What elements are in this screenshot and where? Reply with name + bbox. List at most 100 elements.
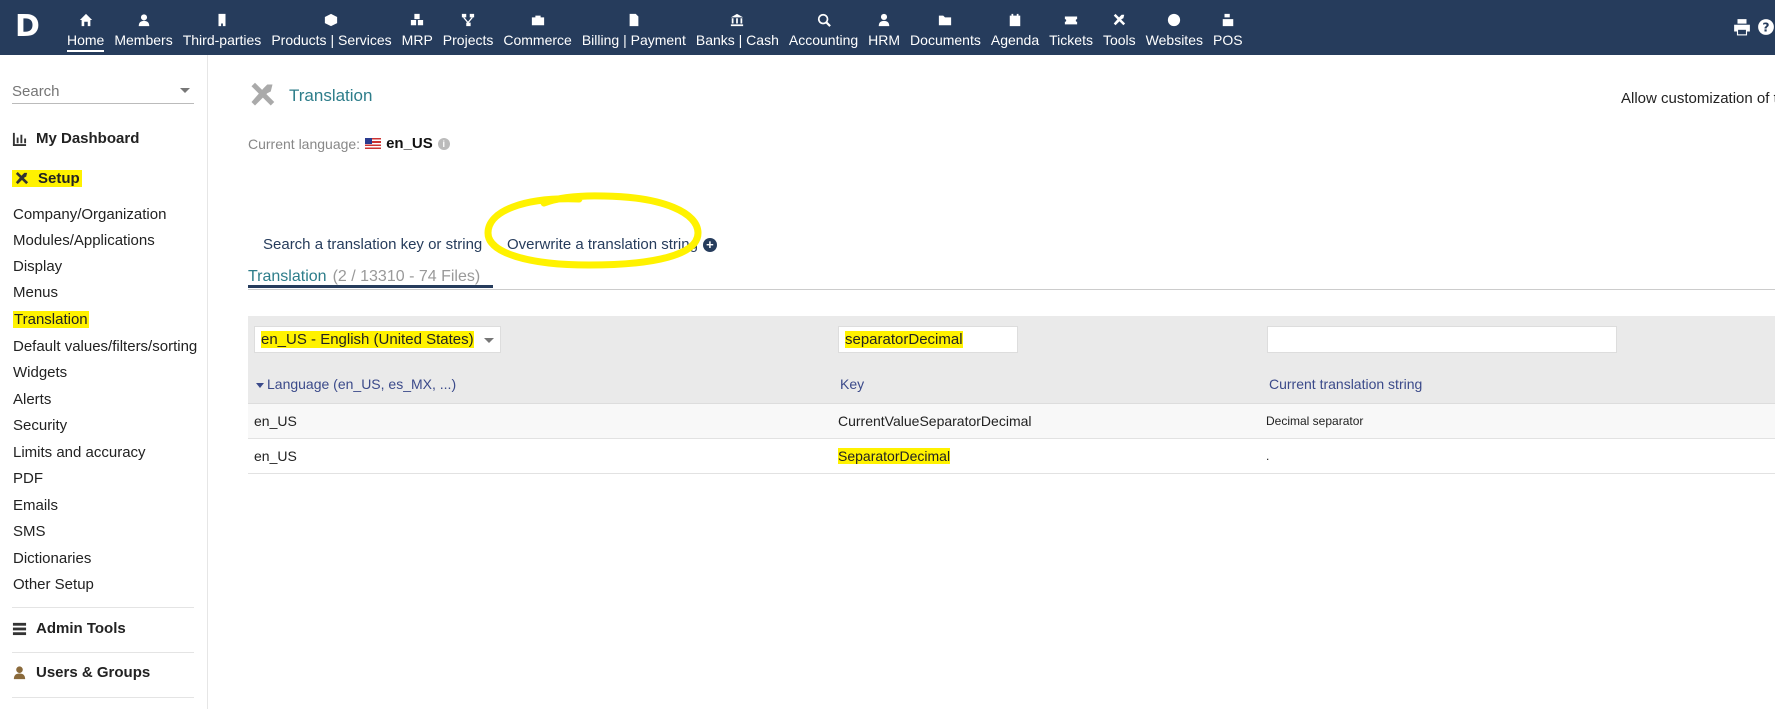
top-navigation-bar: D Home Members Third-parties Products | … [0,0,1775,55]
sidebar-users-groups[interactable]: Users & Groups [12,664,150,681]
menu-item-hrm[interactable]: HRM [863,0,905,55]
cubes-icon [410,13,424,27]
menu-item-label: Tools [1102,32,1136,48]
tools-icon [1112,13,1126,27]
tools-icon [15,171,29,185]
menu-item-tickets[interactable]: Tickets [1044,0,1098,55]
cell-translation: Decimal separator [1266,414,1364,428]
menu-item-members[interactable]: Members [109,0,177,55]
sidebar-item-modules[interactable]: Modules/Applications [13,232,155,249]
language-filter-select[interactable]: en_US - English (United States) [254,326,501,353]
member-icon [137,13,151,27]
globe-icon [1167,13,1181,27]
svg-text:?: ? [1762,21,1769,35]
menu-item-billing-payment[interactable]: Billing | Payment [577,0,691,55]
menu-item-label: Home [67,32,105,52]
sidebar-item-sms[interactable]: SMS [13,523,46,540]
menu-item-label: Tickets [1049,32,1093,48]
sidebar-item-emails[interactable]: Emails [13,497,58,514]
sidebar-item-widgets[interactable]: Widgets [13,364,67,381]
page-title: Translation [289,86,373,105]
sidebar-item-company[interactable]: Company/Organization [13,206,166,223]
sidebar-search[interactable] [12,79,194,104]
key-filter-input[interactable]: separatorDecimal [838,326,1018,353]
top-right-tools: ? [1733,18,1775,41]
column-header-translation[interactable]: Current translation string [1269,376,1422,392]
sidebar-item-dictionaries[interactable]: Dictionaries [13,550,91,567]
sidebar-section-label: My Dashboard [36,130,140,147]
sidebar-my-dashboard[interactable]: My Dashboard [12,130,139,147]
column-header-language[interactable]: Language (en_US, es_MX, ...) [256,376,456,392]
project-icon [461,13,475,27]
table-header: Language (en_US, es_MX, ...) Key Current… [248,363,1775,404]
filter-row: en_US - English (United States) separato… [248,316,1775,363]
sidebar-item-menus[interactable]: Menus [13,284,58,301]
menu-item-label: Billing | Payment [581,32,686,48]
menu-item-agenda[interactable]: Agenda [986,0,1044,55]
sidebar-item-other-setup[interactable]: Other Setup [13,576,94,593]
sidebar-item-security[interactable]: Security [13,417,67,434]
table-row[interactable]: en_US CurrentValueSeparatorDecimal Decim… [248,404,1775,439]
menu-item-products-services[interactable]: Products | Services [266,0,396,55]
menu-item-label: Third-parties [182,32,262,48]
sidebar-item-default-values[interactable]: Default values/filters/sorting [13,338,197,355]
menu-item-mrp[interactable]: MRP [397,0,438,55]
tab-label: Search a translation key or string [263,236,483,253]
menu-item-pos[interactable]: POS [1208,0,1248,55]
sidebar-divider [12,607,194,608]
user-tie-icon [877,13,891,27]
menu-item-label: Projects [442,32,494,48]
chart-icon [12,132,27,146]
current-language: Current language: en_US i [248,135,450,152]
menu-item-websites[interactable]: Websites [1141,0,1208,55]
setup-highlight: Setup [12,170,82,187]
sidebar-setup[interactable]: Setup [12,170,82,187]
menu-item-projects[interactable]: Projects [438,0,499,55]
menu-item-tools[interactable]: Tools [1098,0,1141,55]
menu-item-documents[interactable]: Documents [905,0,986,55]
app-logo[interactable]: D [15,12,43,42]
folder-icon [938,13,952,27]
sidebar-section-label: Setup [38,170,80,187]
menu-item-label: MRP [401,32,433,48]
left-sidebar: My Dashboard Setup Company/Organization … [0,55,208,709]
menu-item-accounting[interactable]: Accounting [784,0,863,55]
cash-register-icon [1221,13,1235,27]
help-icon[interactable]: ? [1757,18,1775,41]
customization-note: Allow customization of t [1621,90,1775,107]
section-count: (2 / 13310 - 74 Files) [332,268,481,285]
column-header-key[interactable]: Key [840,376,864,392]
cell-language: en_US [254,448,297,464]
sidebar-divider [12,697,194,698]
home-icon [79,13,93,27]
print-icon[interactable] [1733,18,1751,41]
menu-item-label: POS [1212,32,1243,48]
translation-filter-input[interactable] [1267,326,1617,353]
info-icon[interactable]: i [437,137,450,150]
menu-item-label: Products | Services [271,32,392,48]
sidebar-item-limits[interactable]: Limits and accuracy [13,444,146,461]
menu-item-label: Accounting [788,32,859,48]
menu-item-label: Documents [910,32,981,48]
sidebar-search-input[interactable] [12,82,172,100]
sidebar-item-translation[interactable]: Translation [13,311,89,328]
menu-item-third-parties[interactable]: Third-parties [178,0,267,55]
cell-language: en_US [254,413,297,429]
menu-item-banks-cash[interactable]: Banks | Cash [691,0,784,55]
sidebar-item-display[interactable]: Display [13,258,62,275]
main-content: Translation Allow customization of t Cur… [208,55,1775,709]
plus-circle-icon: + [702,237,717,252]
sidebar-item-alerts[interactable]: Alerts [13,391,51,408]
bank-icon [730,13,744,27]
chevron-down-icon [484,338,494,343]
menu-item-home[interactable]: Home [62,0,109,55]
us-flag-icon [365,138,382,149]
invoice-icon [627,13,641,27]
server-icon [12,622,27,636]
menu-item-commerce[interactable]: Commerce [498,0,576,55]
table-row[interactable]: en_US SeparatorDecimal . [248,439,1775,474]
sidebar-item-pdf[interactable]: PDF [13,470,43,487]
sidebar-admin-tools[interactable]: Admin Tools [12,620,126,637]
current-language-code: en_US [386,135,433,152]
language-filter-value: en_US - English (United States) [261,331,474,348]
